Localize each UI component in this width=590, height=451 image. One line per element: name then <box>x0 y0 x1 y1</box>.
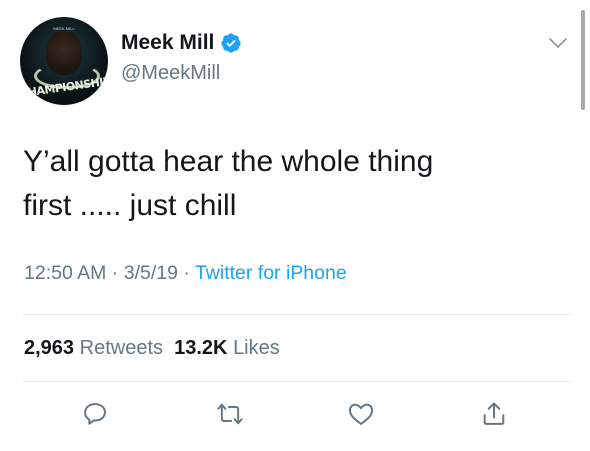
like-button[interactable] <box>343 398 379 434</box>
likes-label: Likes <box>233 337 280 359</box>
retweets-label: Retweets <box>79 337 163 359</box>
tweet-time: 12:50 AM <box>24 262 107 284</box>
tweet-stats: 2,963 Retweets 13.2K Likes <box>24 337 280 360</box>
author-name[interactable]: Meek Mill <box>121 31 214 55</box>
reply-button[interactable] <box>77 398 113 434</box>
divider <box>23 314 572 315</box>
likes-count: 13.2K <box>174 337 228 359</box>
avatar[interactable]: MEEK MILL CHAMPIONSHIPS <box>20 17 108 105</box>
chevron-down-icon[interactable] <box>548 36 568 50</box>
tweet-meta: 12:50 AM · 3/5/19 · Twitter for iPhone <box>24 262 347 285</box>
meta-separator: · <box>106 262 124 284</box>
tweet-text-line: Y’all gotta hear the whole thing <box>23 145 434 178</box>
share-icon <box>480 400 508 433</box>
retweet-icon <box>216 400 244 433</box>
tweet-text-line: first ..... just chill <box>23 189 237 222</box>
tweet-source-link[interactable]: Twitter for iPhone <box>195 262 347 284</box>
tweet-text: Y’all gotta hear the whole thing first .… <box>23 140 543 228</box>
likes-stat[interactable]: 13.2K Likes <box>174 337 280 359</box>
author-name-row[interactable]: Meek Mill <box>121 31 242 55</box>
tweet-date: 3/5/19 <box>123 262 178 284</box>
verified-badge-icon <box>220 32 242 54</box>
reply-icon <box>81 400 109 433</box>
scrollbar[interactable] <box>581 10 585 110</box>
share-button[interactable] <box>476 398 512 434</box>
meta-separator: · <box>177 262 195 284</box>
heart-icon <box>347 400 375 433</box>
tweet-actions <box>0 398 590 434</box>
retweet-button[interactable] <box>212 398 248 434</box>
retweets-stat[interactable]: 2,963 Retweets <box>24 337 163 359</box>
divider <box>23 381 572 382</box>
author-handle[interactable]: @MeekMill <box>121 62 220 85</box>
retweets-count: 2,963 <box>24 337 75 359</box>
